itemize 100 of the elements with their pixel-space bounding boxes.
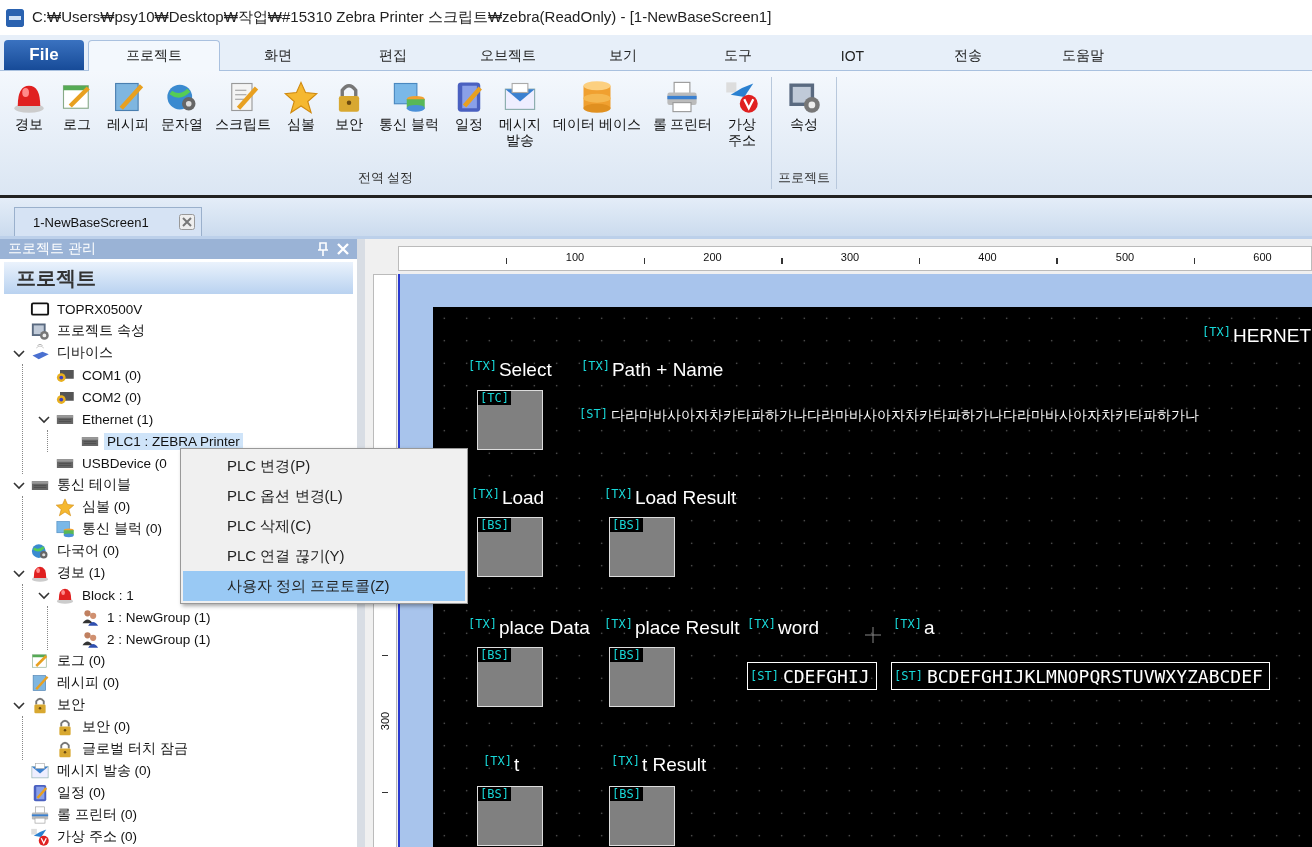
tree-item[interactable]: 메시지 발송 (0) — [54, 761, 154, 781]
text-object[interactable]: place Data — [498, 617, 590, 639]
panel-title: 프로젝트 관리 — [8, 240, 97, 259]
ribbon-button[interactable]: 통신 블럭 — [374, 77, 444, 169]
ribbon-button[interactable]: 가상 주소 — [719, 77, 766, 169]
tree-item[interactable]: Ethernet (1) — [79, 410, 157, 428]
text-object[interactable]: Load Result — [634, 487, 737, 509]
menu-item[interactable]: PLC 연결 끊기(Y) — [183, 541, 465, 571]
ruler-label: 500 — [1115, 251, 1135, 263]
ribbon-button[interactable]: 레시피 — [102, 77, 154, 169]
menu-item[interactable]: PLC 삭제(C) — [183, 511, 465, 541]
text-object[interactable]: HERNET — [1232, 325, 1312, 347]
tree-item[interactable]: 다국어 (0) — [54, 541, 123, 561]
ruler-label: 300 — [840, 251, 860, 263]
string-field[interactable]: [ST] CDEFGHIJ — [747, 662, 877, 690]
monitor-gear-icon — [30, 321, 50, 341]
object-tag: [TX] — [468, 359, 497, 373]
tree-item[interactable]: COM2 (0) — [79, 388, 145, 406]
ribbon-button[interactable]: 로그 — [54, 77, 100, 169]
tree-item[interactable]: 1 : NewGroup (1) — [104, 608, 214, 626]
tree-item[interactable]: 보안 (0) — [79, 717, 134, 737]
bit-switch-box[interactable]: [BS] — [609, 786, 675, 846]
tree-item[interactable]: 통신 블럭 (0) — [79, 519, 165, 539]
ribbon-tab[interactable]: 화면 — [220, 40, 335, 70]
ribbon-tab[interactable]: 오브젝트 — [450, 40, 565, 70]
people-icon — [80, 607, 100, 627]
ribbon-tab[interactable]: 도구 — [680, 40, 795, 70]
tree-item[interactable]: 가상 주소 (0) — [54, 827, 140, 847]
ruler-label: 400 — [978, 251, 997, 263]
text-object[interactable]: a — [923, 617, 935, 639]
object-tag: [TX] — [893, 617, 922, 631]
tree-item[interactable]: COM1 (0) — [79, 366, 145, 384]
ribbon-tab[interactable]: 전송 — [910, 40, 1025, 70]
text-object[interactable]: Select — [498, 359, 552, 381]
bit-switch-box[interactable]: [BS] — [477, 517, 543, 577]
ruler-label: 600 — [1253, 251, 1272, 263]
ribbon-button[interactable]: 경보 — [6, 77, 52, 169]
tree-item[interactable]: 일정 (0) — [54, 783, 109, 803]
bit-switch-box[interactable]: [BS] — [477, 786, 543, 846]
bit-switch-box[interactable]: [TC] — [477, 390, 543, 450]
network-badge-icon — [724, 79, 761, 115]
tree-item[interactable]: 롤 프린터 (0) — [54, 805, 140, 825]
text-object[interactable]: Load — [501, 487, 545, 509]
window-database-icon — [55, 519, 75, 539]
menu-item[interactable]: 사용자 정의 프로토콜(Z) — [183, 571, 465, 601]
tree-item[interactable]: 보안 — [54, 695, 88, 715]
text-object[interactable]: word — [777, 617, 820, 639]
tree-item[interactable]: 통신 테이블 — [54, 475, 134, 495]
ribbon-button[interactable]: 메시지 발송 — [493, 77, 546, 169]
ribbon-button[interactable]: 보안 — [326, 77, 372, 169]
bit-switch-box[interactable]: [BS] — [609, 517, 675, 577]
ruler-label: 100 — [565, 251, 585, 263]
ribbon-button[interactable]: 일정 — [445, 77, 492, 169]
globe-gear-icon — [30, 541, 50, 561]
tree-item[interactable]: USBDevice (0 — [79, 454, 170, 472]
window-title: C:₩Users₩psy10₩Desktop₩작업₩#15310 Zebra Printer 스크립트₩zebra(ReadOnly) - [1-NewBaseScreen1] — [32, 8, 772, 27]
ribbon-button[interactable]: 롤 프린터 — [647, 77, 718, 169]
tree-item[interactable]: 레시피 (0) — [54, 673, 123, 693]
tree-item[interactable]: TOPRX0500V — [54, 300, 146, 318]
ribbon-tab[interactable]: 보기 — [565, 40, 680, 70]
bit-switch-box[interactable]: [BS] — [609, 647, 675, 707]
file-tab[interactable]: File — [4, 40, 84, 70]
string-field[interactable]: [ST] BCDEFGHIJKLMNOPQRSTUVWXYZABCDEF — [891, 662, 1270, 690]
tree-item[interactable]: 2 : NewGroup (1) — [104, 630, 214, 648]
ribbon-button[interactable]: 문자열 — [156, 77, 208, 169]
menu-item[interactable]: PLC 변경(P) — [183, 451, 465, 481]
group-label: 전역 설정 — [357, 169, 414, 187]
string-object[interactable]: 다라마바사아자차카타파하가나다라마바사아자차카타파하가나다라마바사아자차카타파하가나 — [610, 407, 1199, 425]
ribbon-button[interactable]: 심볼 — [278, 77, 324, 169]
star-icon — [55, 497, 75, 517]
text-object[interactable]: t Result — [641, 754, 707, 776]
tree-item[interactable]: PLC1 : ZEBRA Printer — [104, 432, 243, 450]
ribbon-button[interactable]: 데이터 베이스 — [547, 77, 646, 169]
text-object[interactable]: Path + Name — [611, 359, 724, 381]
close-icon[interactable] — [178, 214, 195, 230]
ribbon-button[interactable]: 스크립트 — [210, 77, 276, 169]
document-tab[interactable]: 1-NewBaseScreen1 — [14, 207, 202, 236]
spreadsheet-pencil-icon — [30, 651, 50, 671]
object-tag: [TX] — [468, 617, 497, 631]
tree-item[interactable]: 로그 (0) — [54, 651, 109, 671]
object-tag: [ST] — [579, 407, 608, 421]
ribbon-tab[interactable]: 편집 — [335, 40, 450, 70]
ruler-label: 300 — [379, 711, 392, 731]
ribbon-button[interactable]: 속성 — [781, 77, 828, 169]
text-object[interactable]: t — [513, 754, 520, 776]
tree-item[interactable]: Block : 1 — [79, 586, 137, 604]
people-icon — [80, 629, 100, 649]
tree-item[interactable]: 프로젝트 속성 — [54, 321, 148, 341]
ribbon-tab[interactable]: IOT — [795, 40, 910, 70]
bit-switch-box[interactable]: [BS] — [477, 647, 543, 707]
ribbon-tab[interactable]: 도움말 — [1025, 40, 1140, 70]
envelope-icon — [30, 761, 50, 781]
tree-item[interactable]: 디바이스 — [54, 343, 116, 363]
tree-item[interactable]: 글로벌 터치 잠금 — [79, 739, 191, 759]
object-tag: [TX] — [611, 754, 640, 768]
ribbon-tab[interactable]: 프로젝트 — [88, 40, 220, 71]
menu-item[interactable]: PLC 옵션 변경(L) — [183, 481, 465, 511]
text-object[interactable]: place Result — [634, 617, 740, 639]
tree-item[interactable]: 심볼 (0) — [79, 497, 134, 517]
tree-item[interactable]: 경보 (1) — [54, 563, 109, 583]
